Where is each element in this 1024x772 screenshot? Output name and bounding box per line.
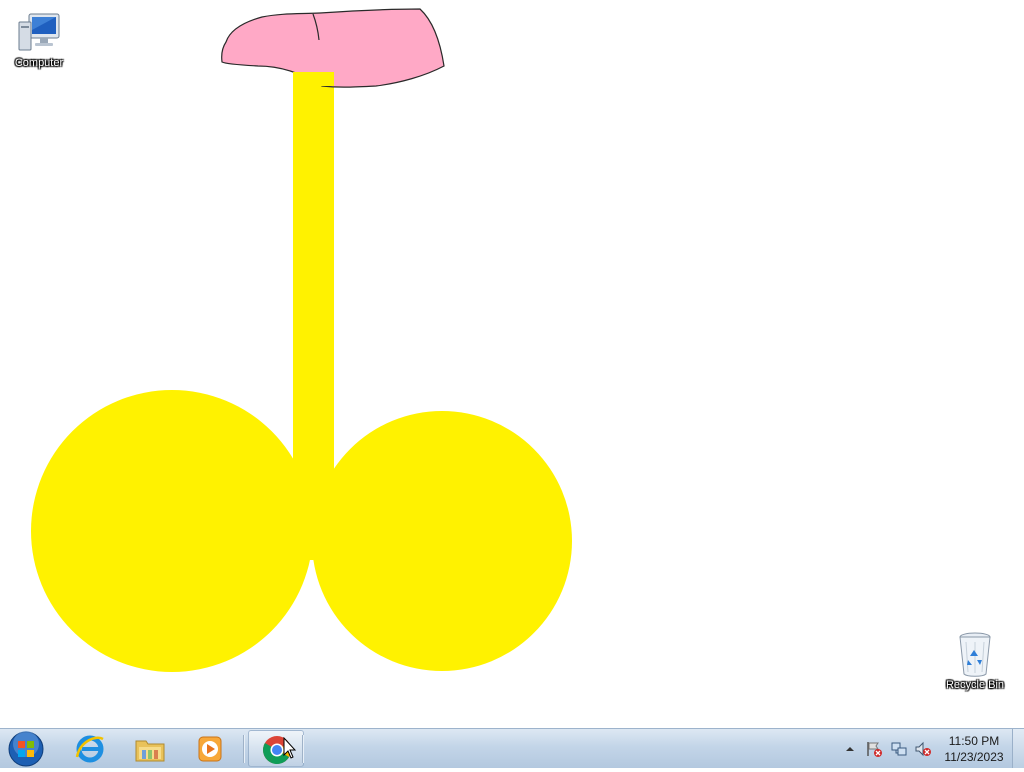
volume-muted-icon[interactable] [914, 740, 932, 758]
taskbar-separator [302, 735, 304, 763]
system-clock[interactable]: 11:50 PM 11/23/2023 [936, 733, 1012, 765]
start-button[interactable] [6, 731, 46, 767]
computer-icon [15, 8, 63, 56]
taskbar-windows-explorer[interactable] [122, 730, 178, 767]
stem-joint-shape [300, 500, 326, 560]
internet-explorer-icon [75, 735, 104, 763]
left-ball-shape [31, 390, 313, 672]
folder-library-icon [135, 740, 165, 762]
network-icon[interactable] [890, 740, 908, 758]
taskbar-internet-explorer[interactable] [62, 730, 118, 767]
mouse-cursor-icon [283, 737, 297, 759]
desktop-icon-computer[interactable]: Computer [2, 8, 76, 70]
desktop-drawing [31, 8, 572, 672]
hat-stem-overlap-shape [293, 72, 334, 86]
stem-shape [293, 70, 334, 545]
show-hidden-icons-chevron[interactable] [845, 745, 855, 753]
clock-date: 11/23/2023 [944, 750, 1004, 764]
action-center-flag-icon[interactable] [865, 740, 883, 758]
recycle-bin-icon [951, 630, 999, 678]
taskbar-windows-media-player[interactable] [182, 730, 238, 767]
desktop-icon-label: Computer [14, 57, 64, 69]
clock-time: 11:50 PM [948, 734, 1000, 748]
windows-start-orb-icon [8, 731, 44, 767]
right-ball-shape [312, 411, 572, 671]
desktop-icon-recycle-bin[interactable]: Recycle Bin [938, 630, 1012, 692]
taskbar-separator [243, 735, 245, 763]
desktop-icon-label: Recycle Bin [945, 679, 1005, 691]
media-player-icon [198, 736, 222, 762]
show-desktop-button[interactable] [1012, 729, 1024, 768]
desktop[interactable]: Computer Recycle Bin [0, 0, 1024, 728]
